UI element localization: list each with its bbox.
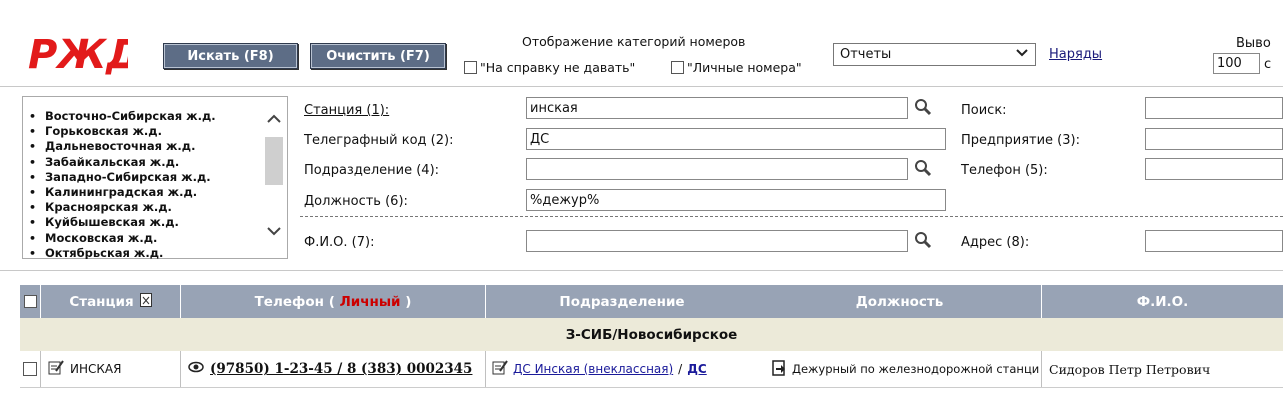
chevron-up-icon[interactable]: [267, 113, 281, 128]
personal-checkbox[interactable]: [671, 61, 684, 74]
row-division-sep: /: [678, 362, 683, 376]
enterprise-label: Предприятие (3):: [961, 133, 1080, 148]
eye-icon[interactable]: [188, 361, 204, 377]
output-suffix: с: [1264, 57, 1272, 72]
logo-text: РЖД: [28, 32, 128, 76]
railway-item[interactable]: Московская ж.д.: [29, 231, 287, 246]
phone-field[interactable]: [1145, 158, 1283, 180]
category-option-no-info[interactable]: "На справку не давать": [464, 60, 635, 75]
output-count-input[interactable]: 100: [1213, 53, 1260, 74]
column-phone-prefix: Телефон (: [254, 293, 335, 310]
personal-label: "Личные номера": [687, 60, 802, 75]
select-all-checkbox[interactable]: [23, 295, 37, 308]
railway-list-scrollbar[interactable]: [265, 105, 283, 251]
column-position[interactable]: Должность: [758, 285, 1041, 318]
select-all-cell[interactable]: [20, 285, 40, 318]
row-station: ИНСКАЯ: [70, 362, 122, 376]
search-label: Поиск:: [961, 103, 1007, 118]
railway-item[interactable]: Куйбышевская ж.д.: [29, 215, 287, 230]
row-fio: Сидоров Петр Петрович: [1049, 361, 1211, 377]
railway-item[interactable]: Забайкальская ж.д.: [29, 155, 287, 170]
station-field[interactable]: инская: [526, 97, 908, 119]
station-label[interactable]: Станция (1):: [304, 103, 389, 118]
row-select-cell[interactable]: [23, 351, 38, 387]
position-field[interactable]: %дежур%: [526, 189, 946, 211]
row-division-code[interactable]: ДС: [687, 362, 707, 376]
railway-item[interactable]: Западно-Сибирская ж.д.: [29, 170, 287, 185]
position-label: Должность (6):: [304, 194, 408, 209]
report-select-value: Отчеты: [840, 47, 892, 62]
fio-label: Ф.И.О. (7):: [304, 235, 375, 250]
orders-link[interactable]: Наряды: [1049, 47, 1102, 62]
group-row: З-СИБ/Новосибирское: [20, 318, 1283, 351]
chevron-down-icon[interactable]: [267, 225, 281, 240]
excel-icon[interactable]: [139, 292, 152, 311]
address-label: Адрес (8):: [961, 235, 1030, 250]
column-phone[interactable]: Телефон ( Личный ): [181, 285, 485, 318]
address-field[interactable]: [1145, 230, 1283, 252]
railway-item[interactable]: Красноярская ж.д.: [29, 200, 287, 215]
column-station-label: Станция: [69, 293, 134, 310]
telegraph-label: Телеграфный код (2):: [304, 133, 454, 148]
railway-item[interactable]: Дальневосточная ж.д.: [29, 139, 287, 154]
column-phone-personal: Личный: [339, 293, 401, 310]
row-position: Дежурный по железнодорожной станции: [792, 362, 1040, 376]
chevron-down-icon: [1015, 47, 1029, 62]
fio-search-icon[interactable]: [914, 231, 932, 249]
railway-items: Восточно-Сибирская ж.д. Горьковская ж.д.…: [23, 97, 287, 259]
division-field[interactable]: [526, 158, 908, 180]
station-search-icon[interactable]: [914, 98, 932, 116]
search-field[interactable]: [1145, 97, 1283, 119]
railway-item[interactable]: Калининградская ж.д.: [29, 185, 287, 200]
category-option-personal[interactable]: "Личные номера": [671, 60, 802, 75]
column-fio[interactable]: Ф.И.О.: [1042, 285, 1283, 318]
edit-icon[interactable]: [48, 359, 64, 379]
row-division-link[interactable]: ДС Инская (внеклассная): [513, 362, 673, 376]
form-divider: [300, 216, 1283, 217]
header-divider: [0, 86, 1283, 87]
category-title: Отображение категорий номеров: [522, 34, 746, 49]
fio-field[interactable]: [526, 230, 908, 252]
column-phone-suffix: ): [405, 293, 412, 310]
form-bottom-divider: [0, 270, 1283, 271]
telegraph-field[interactable]: ДС: [526, 128, 946, 150]
enterprise-field[interactable]: [1145, 128, 1283, 150]
column-station[interactable]: Станция: [41, 285, 180, 318]
railway-item[interactable]: Восточно-Сибирская ж.д.: [29, 109, 287, 124]
railway-item[interactable]: Горьковская ж.д.: [29, 124, 287, 139]
division-search-icon[interactable]: [914, 159, 932, 177]
row-position-cell: Дежурный по железнодорожной станции: [772, 351, 1040, 387]
search-button[interactable]: Искать (F8): [163, 43, 298, 69]
no-info-label: "На справку не давать": [480, 60, 636, 75]
edit-icon[interactable]: [492, 359, 508, 379]
report-select[interactable]: Отчеты: [833, 43, 1036, 66]
railway-list[interactable]: Восточно-Сибирская ж.д. Горьковская ж.д.…: [22, 96, 288, 259]
division-label: Подразделение (4):: [304, 163, 440, 178]
phone-label: Телефон (5):: [961, 163, 1048, 178]
table-row[interactable]: ИНСКАЯ (97850) 1-23-45 / 8 (383) 0002345…: [20, 351, 1283, 388]
scrollbar-thumb[interactable]: [265, 137, 283, 185]
clear-button[interactable]: Очистить (F7): [310, 43, 446, 69]
column-division[interactable]: Подразделение: [486, 285, 758, 318]
row-division-cell: ДС Инская (внеклассная) / ДС: [492, 351, 707, 387]
row-station-cell: ИНСКАЯ: [48, 351, 121, 387]
rzd-logo: РЖД: [28, 30, 142, 78]
category-filter: Отображение категорий номеров "На справк…: [458, 30, 822, 86]
row-phone[interactable]: (97850) 1-23-45 / 8 (383) 0002345: [210, 361, 472, 377]
row-checkbox[interactable]: [23, 362, 37, 376]
railway-item[interactable]: Октябрьская ж.д.: [29, 246, 287, 259]
row-phone-cell: (97850) 1-23-45 / 8 (383) 0002345: [188, 351, 472, 387]
no-info-checkbox[interactable]: [464, 61, 477, 74]
results-table-header: Станция Телефон ( Личный ) Подразделение…: [20, 285, 1283, 318]
document-icon[interactable]: [772, 359, 786, 379]
output-label: Выво: [1236, 36, 1271, 51]
